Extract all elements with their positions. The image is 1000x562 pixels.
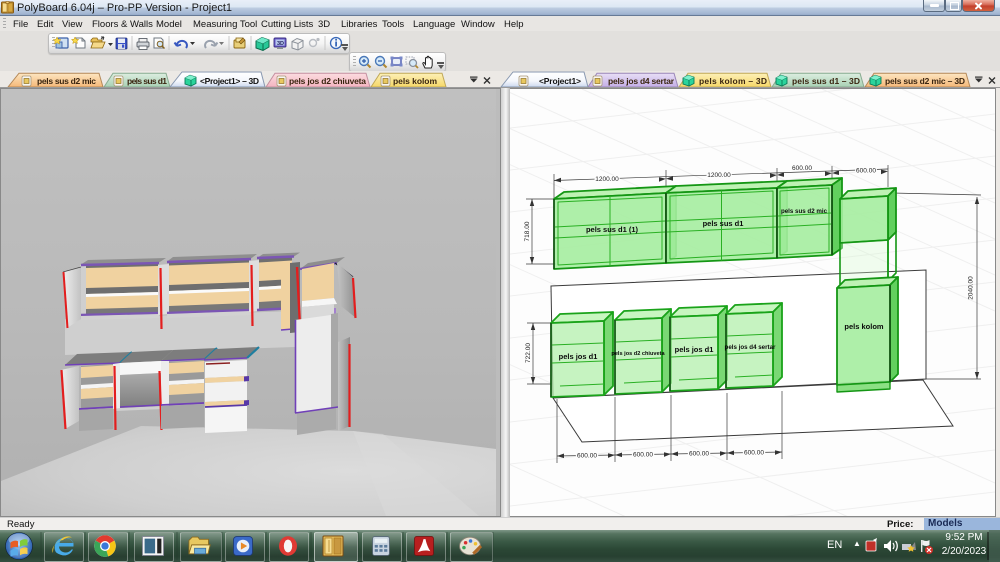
svg-text:pels jos d4 sertar: pels jos d4 sertar [725,344,776,351]
svg-text:1200.00: 1200.00 [595,176,619,183]
svg-text:pels sus d1 – 3D: pels sus d1 – 3D [792,76,860,86]
svg-text:pels sus d1: pels sus d1 [127,76,167,86]
svg-text:pels jos d1: pels jos d1 [675,345,714,354]
svg-text:2040.00: 2040.00 [968,276,975,300]
svg-text:pels kolom: pels kolom [393,76,437,86]
svg-text:pels jos d2 chiuveta: pels jos d2 chiuveta [289,76,366,86]
svg-text:pels sus d2 mic: pels sus d2 mic [781,208,828,215]
svg-text:pels jos d4 sertar: pels jos d4 sertar [608,76,675,86]
svg-text:600.00: 600.00 [577,453,597,460]
svg-text:pels sus d1 (1): pels sus d1 (1) [586,225,639,234]
svg-text:718.00: 718.00 [524,221,531,241]
svg-text:pels sus d1: pels sus d1 [703,219,744,228]
svg-text:pels kolom: pels kolom [844,322,884,331]
svg-text:722.00: 722.00 [525,343,532,363]
svg-text:600.00: 600.00 [856,168,876,175]
svg-text:<Project1>: <Project1> [539,76,581,86]
svg-text:1200.00: 1200.00 [707,172,731,179]
svg-text:pels kolom – 3D: pels kolom – 3D [699,76,767,86]
svg-text:pels jos d1: pels jos d1 [559,352,598,361]
svg-text:600.00: 600.00 [689,451,709,458]
svg-text:pels jos d2 chiuveta: pels jos d2 chiuveta [611,351,665,357]
svg-text:pels sus d2 mic – 3D: pels sus d2 mic – 3D [885,76,965,86]
svg-text:<Project1> – 3D: <Project1> – 3D [200,76,259,86]
svg-text:600.00: 600.00 [792,165,812,172]
svg-text:600.00: 600.00 [744,450,764,457]
svg-text:pels sus d2 mic: pels sus d2 mic [37,76,96,86]
svg-text:600.00: 600.00 [633,452,653,459]
svg-text:3D: 3D [277,41,284,47]
